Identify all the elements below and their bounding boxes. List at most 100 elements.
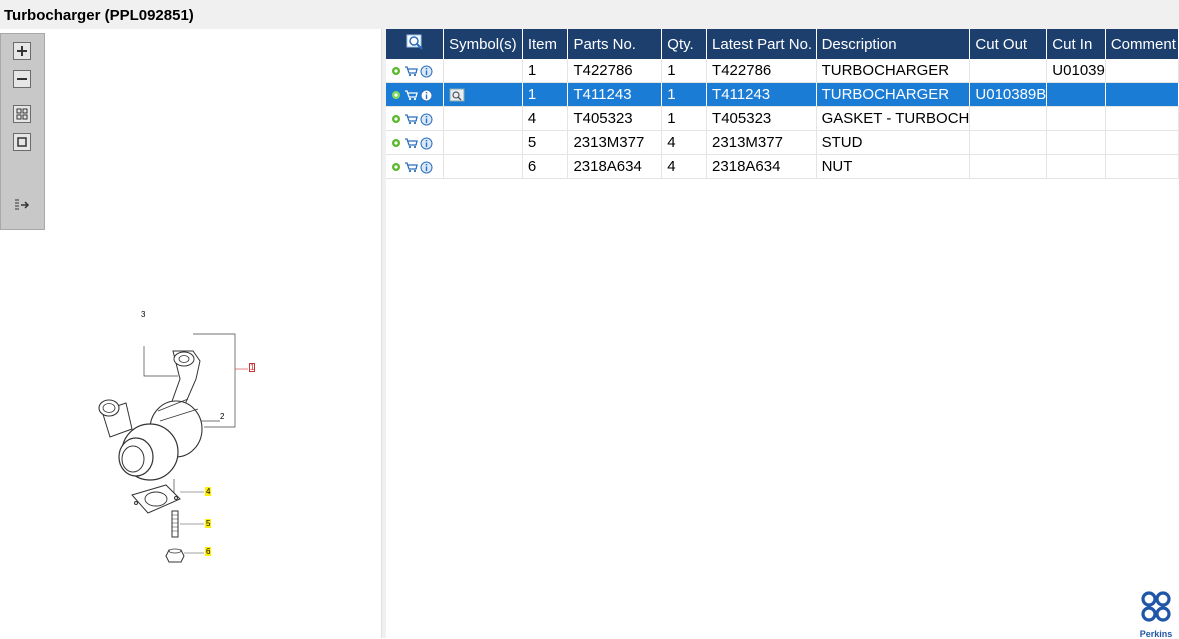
cut-in-cell[interactable] bbox=[1046, 106, 1106, 131]
parts-no-cell[interactable]: T405323 bbox=[567, 106, 663, 131]
callout-1[interactable]: 1 bbox=[249, 363, 256, 372]
item-cell[interactable]: 1 bbox=[522, 82, 569, 107]
parts-table: Symbol(s) Item Parts No. Qty. Latest Par… bbox=[386, 29, 1179, 179]
table-row[interactable]: 1 T422786 1 T422786 TURBOCHARGER U01039 bbox=[386, 59, 1179, 83]
column-header-cut-out[interactable]: Cut Out bbox=[969, 29, 1048, 59]
symbols-cell[interactable] bbox=[443, 59, 523, 83]
gear-icon bbox=[392, 139, 400, 148]
column-header-symbols[interactable]: Symbol(s) bbox=[443, 29, 523, 59]
grid-icon bbox=[16, 108, 28, 120]
qty-cell[interactable]: 4 bbox=[661, 154, 708, 179]
cart-icon bbox=[405, 90, 418, 101]
column-header-description[interactable]: Description bbox=[816, 29, 971, 59]
column-header-latest-part-no[interactable]: Latest Part No. bbox=[706, 29, 817, 59]
cut-out-cell[interactable] bbox=[969, 130, 1048, 155]
cut-in-cell[interactable] bbox=[1046, 154, 1106, 179]
description-cell[interactable]: TURBOCHARGER bbox=[816, 59, 971, 83]
perkins-logo: Perkins bbox=[1138, 590, 1174, 639]
square-icon bbox=[17, 137, 27, 147]
latest-part-no-cell[interactable]: 2318A634 bbox=[706, 154, 817, 179]
latest-part-no-cell[interactable]: T405323 bbox=[706, 106, 817, 131]
item-cell[interactable]: 6 bbox=[522, 154, 569, 179]
parts-no-cell[interactable]: 2313M377 bbox=[567, 130, 663, 155]
description-cell[interactable]: STUD bbox=[816, 130, 971, 155]
cut-out-cell[interactable] bbox=[969, 154, 1048, 179]
latest-part-no-cell[interactable]: 2313M377 bbox=[706, 130, 817, 155]
symbols-cell[interactable] bbox=[443, 82, 523, 107]
gear-icon bbox=[392, 67, 400, 76]
info-icon bbox=[420, 89, 433, 102]
cut-out-cell[interactable]: U010389B bbox=[969, 82, 1048, 107]
zoom-in-button[interactable] bbox=[13, 42, 31, 60]
turbocharger-drawing[interactable] bbox=[88, 299, 268, 569]
comment-cell[interactable] bbox=[1105, 106, 1179, 131]
qty-cell[interactable]: 4 bbox=[661, 130, 708, 155]
column-header-comment[interactable]: Comment bbox=[1105, 29, 1179, 59]
row-actions-cell[interactable] bbox=[386, 154, 445, 179]
comment-cell[interactable] bbox=[1105, 82, 1179, 107]
qty-cell[interactable]: 1 bbox=[661, 82, 708, 107]
table-row[interactable]: 6 2318A634 4 2318A634 NUT bbox=[386, 154, 1179, 179]
cut-out-cell[interactable] bbox=[969, 106, 1048, 131]
gear-icon bbox=[392, 91, 400, 100]
comment-cell[interactable] bbox=[1105, 154, 1179, 179]
callout-2[interactable]: 2 bbox=[220, 412, 224, 421]
callout-3[interactable]: 3 bbox=[141, 310, 145, 319]
description-cell[interactable]: GASKET - TURBOCH bbox=[816, 106, 971, 131]
table-row[interactable]: 4 T405323 1 T405323 GASKET - TURBOCH bbox=[386, 106, 1179, 131]
fit-all-button[interactable] bbox=[13, 105, 31, 123]
gear-icon bbox=[392, 115, 400, 124]
comment-cell[interactable] bbox=[1105, 130, 1179, 155]
zoom-out-button[interactable] bbox=[13, 70, 31, 88]
gear-icon bbox=[392, 163, 400, 172]
parts-grid-panel: Symbol(s) Item Parts No. Qty. Latest Par… bbox=[386, 29, 1179, 638]
parts-no-cell[interactable]: T411243 bbox=[567, 82, 663, 107]
symbols-cell[interactable] bbox=[443, 154, 523, 179]
column-header-item[interactable]: Item bbox=[522, 29, 569, 59]
info-icon bbox=[420, 161, 433, 174]
window-title: Turbocharger (PPL092851) bbox=[0, 0, 1179, 29]
row-actions-cell[interactable] bbox=[386, 59, 445, 83]
info-icon bbox=[420, 65, 433, 78]
minus-icon bbox=[17, 78, 27, 80]
info-icon bbox=[420, 137, 433, 150]
symbols-cell[interactable] bbox=[443, 130, 523, 155]
description-cell[interactable]: NUT bbox=[816, 154, 971, 179]
column-header-cut-in[interactable]: Cut In bbox=[1046, 29, 1106, 59]
symbols-cell[interactable] bbox=[443, 106, 523, 131]
fit-window-button[interactable] bbox=[13, 133, 31, 151]
cut-in-cell[interactable] bbox=[1046, 82, 1106, 107]
parts-no-cell[interactable]: 2318A634 bbox=[567, 154, 663, 179]
latest-part-no-cell[interactable]: T422786 bbox=[706, 59, 817, 83]
item-cell[interactable]: 1 bbox=[522, 59, 569, 83]
callout-4[interactable]: 4 bbox=[205, 487, 212, 496]
table-row[interactable]: 5 2313M377 4 2313M377 STUD bbox=[386, 130, 1179, 155]
column-header-qty[interactable]: Qty. bbox=[661, 29, 708, 59]
plus-icon bbox=[17, 46, 27, 56]
callout-5[interactable]: 5 bbox=[205, 519, 212, 528]
qty-cell[interactable]: 1 bbox=[661, 106, 708, 131]
latest-part-no-cell[interactable]: T411243 bbox=[706, 82, 817, 107]
item-cell[interactable]: 5 bbox=[522, 130, 569, 155]
table-row[interactable]: 1 T411243 1 T411243 TURBOCHARGER U010389… bbox=[386, 82, 1179, 107]
drawing-pane[interactable]: 3 1 2 4 5 6 bbox=[0, 29, 381, 638]
parts-no-cell[interactable]: T422786 bbox=[567, 59, 663, 83]
row-actions-cell[interactable] bbox=[386, 106, 445, 131]
cart-icon bbox=[405, 138, 418, 149]
row-actions-cell[interactable] bbox=[386, 130, 445, 155]
callout-6[interactable]: 6 bbox=[205, 547, 212, 556]
comment-cell[interactable] bbox=[1105, 59, 1179, 83]
export-button[interactable] bbox=[13, 196, 31, 214]
cut-in-cell[interactable] bbox=[1046, 130, 1106, 155]
table-header-row: Symbol(s) Item Parts No. Qty. Latest Par… bbox=[386, 29, 1179, 59]
cut-in-cell[interactable]: U01039 bbox=[1046, 59, 1106, 83]
cut-out-cell[interactable] bbox=[969, 59, 1048, 83]
description-cell[interactable]: TURBOCHARGER bbox=[816, 82, 971, 107]
item-cell[interactable]: 4 bbox=[522, 106, 569, 131]
column-header-search[interactable] bbox=[386, 29, 445, 59]
column-header-parts-no[interactable]: Parts No. bbox=[567, 29, 663, 59]
row-actions-cell[interactable] bbox=[386, 82, 445, 107]
magnifier-icon bbox=[406, 34, 423, 50]
qty-cell[interactable]: 1 bbox=[661, 59, 708, 83]
export-icon bbox=[15, 199, 30, 210]
